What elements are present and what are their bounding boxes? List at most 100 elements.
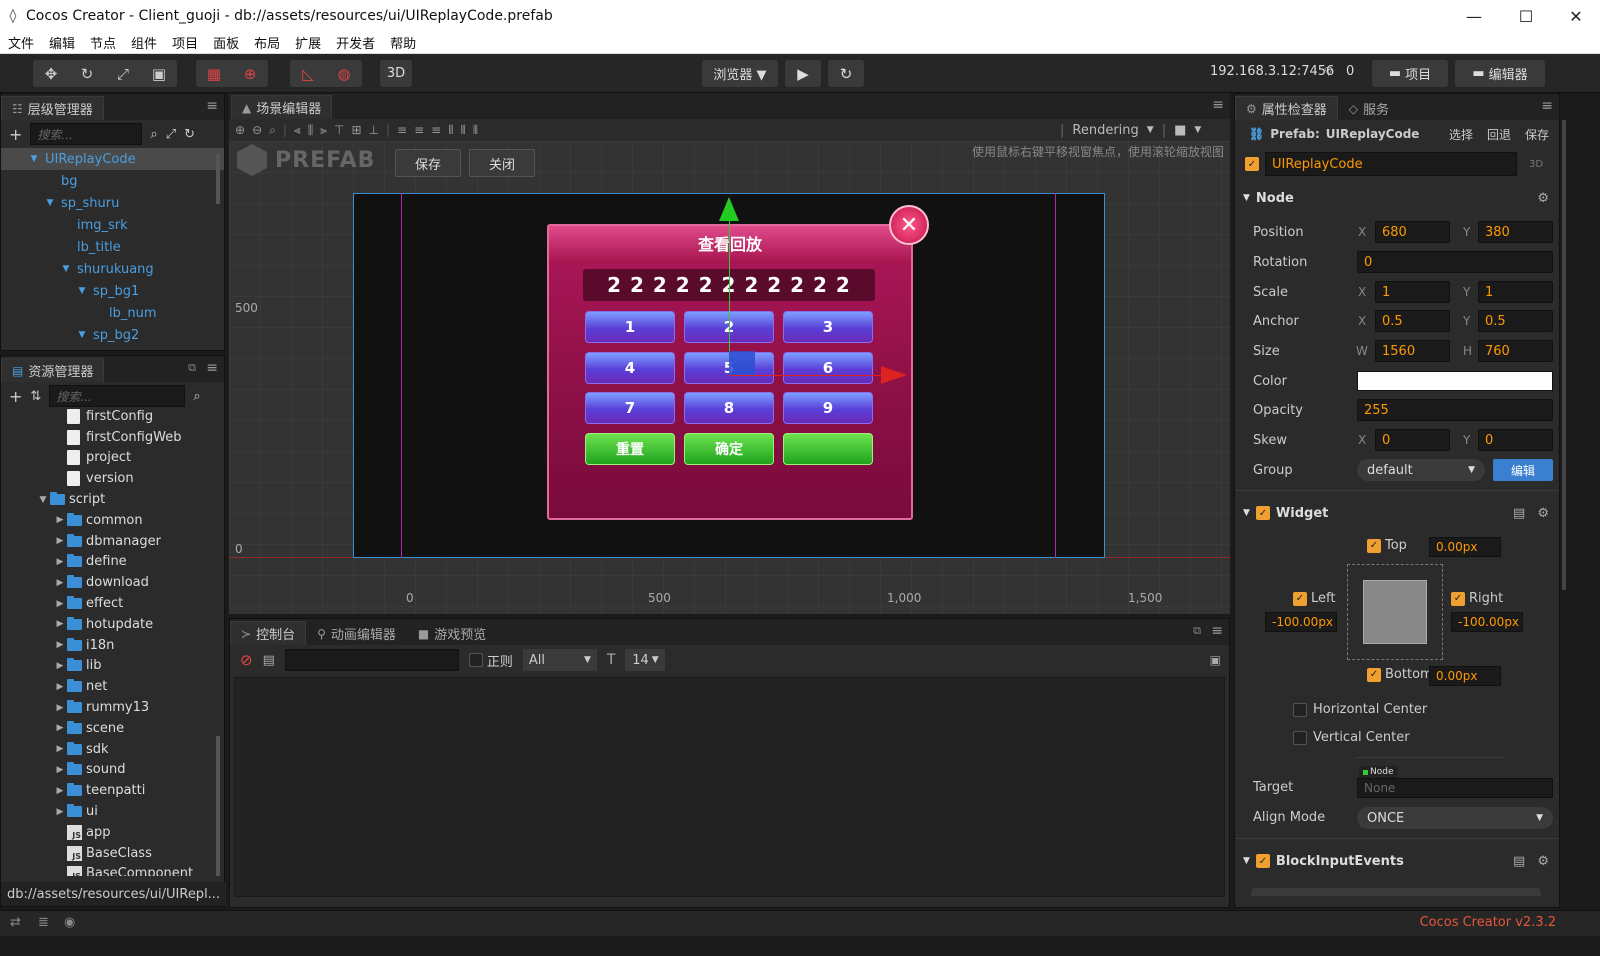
gizmo-y-axis[interactable] [729,213,730,365]
size-h-input[interactable]: 760 [1478,340,1553,362]
help-book-icon[interactable]: ▤ [1513,506,1525,521]
top-input[interactable]: 0.00px [1429,537,1501,557]
left-input[interactable]: -100.00px [1265,612,1337,632]
group-edit-button[interactable]: 编辑 [1493,459,1553,481]
expand-arrow-icon[interactable]: ▼ [75,286,89,296]
asset-item[interactable]: ▶ ui [1,801,224,822]
font-size-select[interactable]: 14 ▼ [625,649,666,671]
key-9-button[interactable]: 9 [783,392,873,424]
expand-arrow-icon[interactable]: ▶ [53,599,67,609]
menu-node[interactable]: 节点 [90,33,116,52]
refresh-button[interactable]: ↻ [828,60,864,87]
reset-button[interactable]: 重置 [585,433,675,465]
database-icon[interactable]: ≣ [38,915,49,930]
popout-icon[interactable]: ⧉ [188,361,196,375]
asset-item[interactable]: ▶ common [1,510,224,531]
distribute-right-icon[interactable]: ⦀ [473,123,478,138]
search-icon[interactable]: ⌕ [193,389,200,404]
hierarchy-scrollbar[interactable] [216,154,220,204]
zoom-in-icon[interactable]: ⊕ [235,123,245,137]
node-name-input[interactable]: UIReplayCode [1265,152,1517,176]
asset-item[interactable]: ▶ net [1,676,224,697]
browser-select[interactable]: 浏览器 ▼ [702,60,778,87]
add-asset-icon[interactable]: + [9,387,22,406]
tab-inspector[interactable]: ⚙ 属性检查器 [1235,96,1338,120]
key-3-button[interactable]: 3 [783,311,873,343]
close-window-button[interactable]: ✕ [1550,0,1600,32]
distribute-top-icon[interactable]: ≡ [397,123,407,137]
asset-item[interactable]: version [1,468,224,489]
maximize-button[interactable]: ☐ [1500,0,1552,32]
expand-arrow-icon[interactable]: ▼ [43,198,57,208]
asset-item[interactable]: ▶ define [1,552,224,573]
sort-icon[interactable]: ⇅ [30,389,41,404]
menu-panel[interactable]: 面板 [213,33,239,52]
sync-icon[interactable]: ⇄ [10,915,21,930]
asset-item[interactable]: firstConfig [1,406,224,427]
asset-item[interactable]: JS app [1,822,224,843]
anchor-y-input[interactable]: 0.5 [1478,310,1553,332]
widget-section-header[interactable]: ▼ ✓ Widget ▤ ⚙ [1235,501,1559,525]
key-1-button[interactable]: 1 [585,311,675,343]
menu-component[interactable]: 组件 [131,33,157,52]
regex-checkbox[interactable] [468,653,483,667]
position-x-input[interactable]: 680 [1375,221,1450,243]
panel-menu-icon[interactable]: ≡ [1212,97,1224,113]
asset-item[interactable]: ▶ lib [1,656,224,677]
assets-scrollbar[interactable] [216,736,220,876]
expand-arrow-icon[interactable]: ▶ [53,578,67,588]
bottom-checkbox[interactable]: ✓ [1367,667,1381,682]
tab-game-preview[interactable]: ■ 游戏预览 [407,621,497,645]
hierarchy-node[interactable]: lb_num [1,302,224,324]
gizmo-x-arrow-icon[interactable] [881,366,907,384]
blockinput-section-header[interactable]: ▼ ✓ BlockInputEvents ▤ ⚙ [1235,849,1559,873]
menu-developer[interactable]: 开发者 [336,33,375,52]
group-select[interactable]: default ▼ [1357,459,1485,481]
expand-arrow-icon[interactable]: ▶ [53,557,67,567]
asset-item[interactable]: ▶ effect [1,593,224,614]
log-level-select[interactable]: All ▼ [522,649,597,671]
global-coord-icon[interactable]: ◍ [326,60,362,87]
size-w-input[interactable]: 1560 [1375,340,1450,362]
tab-services[interactable]: ◇ 服务 [1338,96,1400,120]
align-vcenter-icon[interactable]: ⊞ [351,123,361,137]
align-mode-select[interactable]: ONCE ▼ [1357,807,1553,829]
align-left-icon[interactable]: ⫷ [294,123,301,138]
camera-icon[interactable]: ■ [1174,123,1186,138]
add-component-button[interactable] [1251,888,1541,896]
tab-animation[interactable]: ⚲ 动画编辑器 [306,621,407,645]
align-top-icon[interactable]: ⊤ [334,123,344,137]
dialog-action-button[interactable] [783,433,873,465]
rotate-tool-icon[interactable]: ↻ [69,60,105,87]
toggle-3d-button[interactable]: 3D [380,60,412,87]
tab-scene[interactable]: ▲ 场景编辑器 [231,95,333,119]
hierarchy-node[interactable]: ▼ sp_bg2 [1,324,224,346]
anchor-x-input[interactable]: 0.5 [1375,310,1450,332]
scale-x-input[interactable]: 1 [1375,281,1450,303]
asset-item[interactable]: ▶ sdk [1,739,224,760]
target-input[interactable]: None [1357,778,1553,798]
scale-y-input[interactable]: 1 [1478,281,1553,303]
refresh-icon[interactable]: ↻ [184,127,195,142]
expand-arrow-icon[interactable]: ▶ [53,723,67,733]
expand-arrow-icon[interactable]: ▼ [75,330,89,340]
clear-icon[interactable]: ⊘ [240,651,253,669]
position-y-input[interactable]: 380 [1478,221,1553,243]
hierarchy-node[interactable]: ▼ shurukuang [1,258,224,280]
rect-tool-icon[interactable]: ▣ [141,60,177,87]
open-editor-button[interactable]: ▬ 编辑器 [1455,60,1545,87]
collapse-icon[interactable]: ▣ [1210,653,1221,667]
skew-x-input[interactable]: 0 [1375,429,1450,451]
panel-menu-icon[interactable]: ≡ [206,360,218,376]
open-log-icon[interactable]: ▤ [263,653,275,668]
center-icon[interactable]: ⊕ [232,60,268,87]
menu-edit[interactable]: 编辑 [49,33,75,52]
local-coord-icon[interactable]: ◺ [290,60,326,87]
inspector-scrollbar[interactable] [1562,120,1566,590]
expand-arrow-icon[interactable]: ▶ [53,661,67,671]
menu-layout[interactable]: 布局 [254,33,280,52]
scene-view[interactable]: PREFAB 保存 关闭 使用鼠标右键平移视窗焦点，使用滚轮缩放视图 500 0… [229,141,1230,614]
panel-menu-icon[interactable]: ≡ [1211,623,1223,639]
asset-item[interactable]: ▶ sound [1,760,224,781]
gizmo-y-arrow-icon[interactable] [719,197,739,221]
